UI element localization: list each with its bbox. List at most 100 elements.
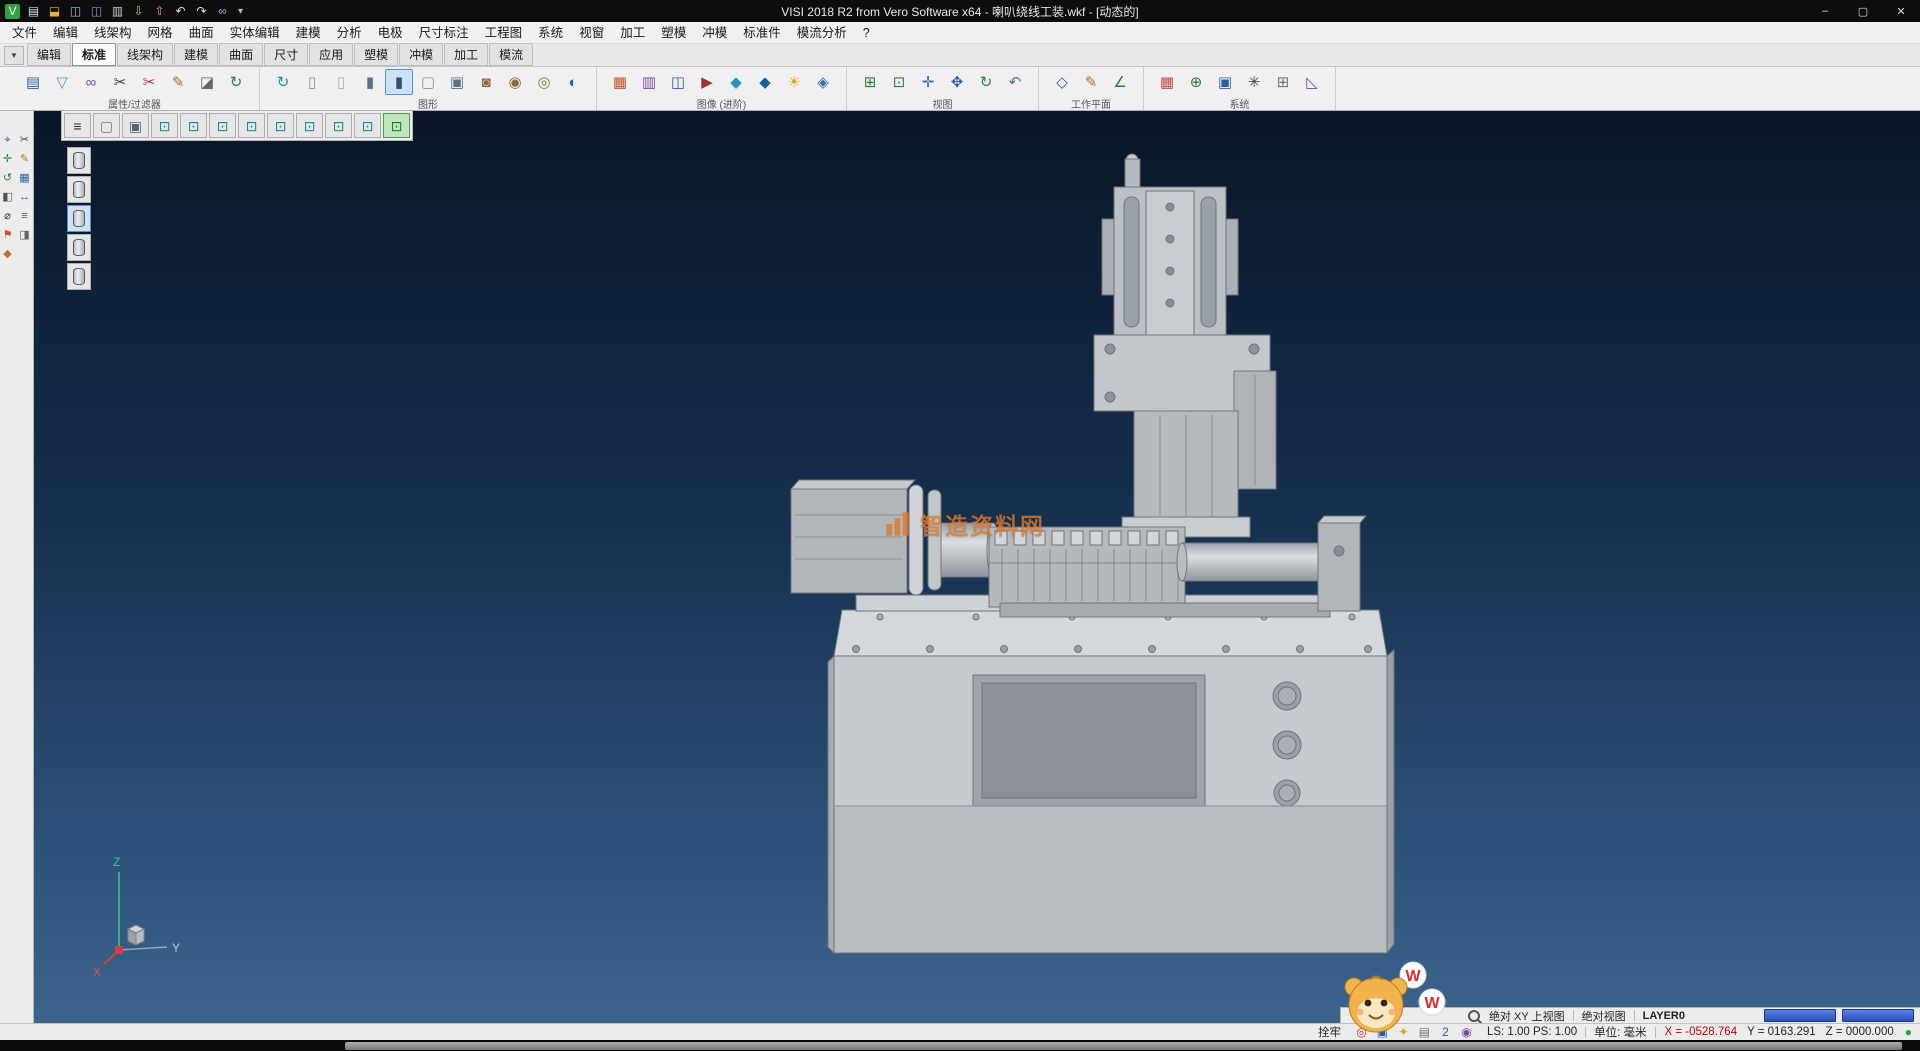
view-reference[interactable]: 绝对 XY 上视图	[1485, 1008, 1569, 1024]
ribbon-tab[interactable]: 编辑	[27, 43, 71, 66]
save-icon[interactable]: ◫	[66, 2, 85, 20]
view-menu-icon[interactable]: ≡	[64, 113, 91, 138]
save-all-icon[interactable]: ◫	[87, 2, 106, 20]
ruler-icon[interactable]: ◺	[1298, 69, 1326, 95]
capture-icon[interactable]: ◉	[1458, 1025, 1475, 1040]
menu-item[interactable]: 视窗	[571, 23, 612, 43]
monitor-icon[interactable]: ▣	[1211, 69, 1239, 95]
dynamic-view-icon[interactable]: ⊡	[383, 113, 410, 138]
visibility-filter-4[interactable]	[67, 234, 91, 261]
ribbon-tab[interactable]: 冲模	[399, 43, 443, 66]
gem-icon[interactable]: ◈	[809, 69, 837, 95]
menu-item[interactable]: 网格	[140, 23, 181, 43]
render-quality-icon[interactable]: ◙	[472, 69, 500, 95]
menu-item[interactable]: 标准件	[735, 23, 789, 43]
chain-link-icon[interactable]: ∞	[77, 69, 105, 95]
texture-icon[interactable]: ◎	[530, 69, 558, 95]
paint-icon[interactable]: ⚑	[0, 228, 15, 243]
menu-item[interactable]: 电极	[370, 23, 411, 43]
wireframe-cylinder-icon[interactable]: ▯	[298, 69, 326, 95]
menu-item[interactable]: 曲面	[181, 23, 222, 43]
previous-view-icon[interactable]: ↶	[1001, 69, 1029, 95]
select-icon[interactable]: ⌖	[0, 133, 15, 148]
active-layer[interactable]: LAYER0	[1639, 1010, 1689, 1022]
hidden-line-cylinder-icon[interactable]: ▯	[327, 69, 355, 95]
redo-icon[interactable]: ↷	[192, 2, 211, 20]
ribbon-tab[interactable]: 建模	[174, 43, 218, 66]
trim-icon[interactable]: ✂	[17, 133, 32, 148]
droplet-dark-icon[interactable]: ◆	[751, 69, 779, 95]
globe-icon[interactable]: ⊕	[1182, 69, 1210, 95]
offset-icon[interactable]: ↔	[17, 190, 32, 205]
connection-status-icon[interactable]: ●	[1905, 1025, 1912, 1039]
shaded-mode-icon[interactable]: ▣	[122, 113, 149, 138]
units-indicator[interactable]: 单位: 毫米	[1590, 1024, 1650, 1040]
eraser-icon[interactable]: ◪	[193, 69, 221, 95]
redraw-icon[interactable]: ↻	[269, 69, 297, 95]
taskbar-segment[interactable]	[345, 1042, 1902, 1050]
shaded-cylinder-icon[interactable]: ▮	[356, 69, 384, 95]
new-document-icon[interactable]: ▤	[24, 2, 43, 20]
menu-item[interactable]: 塑模	[653, 23, 694, 43]
menu-item[interactable]: 建模	[288, 23, 329, 43]
visibility-filter-1[interactable]	[67, 147, 91, 174]
link-icon[interactable]: ∞	[213, 2, 232, 20]
grid-config-icon[interactable]: ⊞	[1269, 69, 1297, 95]
ribbon-tab[interactable]: 模流	[489, 43, 533, 66]
ribbon-tab[interactable]: 加工	[444, 43, 488, 66]
3d-viewport[interactable]: Z Y X ≡▢▣⊡⊡⊡⊡⊡⊡⊡⊡⊡ 智造资料网	[34, 111, 1920, 1023]
wireframe-mode-icon[interactable]: ▢	[93, 113, 120, 138]
shaded-edges-cylinder-icon[interactable]: ▮	[385, 69, 413, 95]
dimension-icon[interactable]: ⌀	[0, 209, 15, 224]
visi-logo[interactable]: V	[3, 2, 22, 20]
properties-icon[interactable]: ▤	[19, 69, 47, 95]
menu-item[interactable]: 编辑	[45, 23, 86, 43]
sketch-icon[interactable]: ✎	[17, 152, 32, 167]
zoom-fit-icon[interactable]: ⊡	[885, 69, 913, 95]
workplane-edit-icon[interactable]: ✎	[1077, 69, 1105, 95]
scale-indicator[interactable]: LS: 1.00 PS: 1.00	[1483, 1026, 1581, 1038]
menu-item[interactable]: 线架构	[86, 23, 140, 43]
scissors-icon[interactable]: ✂	[106, 69, 134, 95]
zoom-window-icon[interactable]: ⊞	[856, 69, 884, 95]
workplane-icon[interactable]: ◇	[1048, 69, 1076, 95]
tab-dropdown-button[interactable]: ▼	[4, 46, 24, 65]
menu-item[interactable]: 冲模	[694, 23, 735, 43]
droplet-blue-icon[interactable]: ◆	[722, 69, 750, 95]
edit-attributes-icon[interactable]: ✎	[164, 69, 192, 95]
transform-icon[interactable]: ↺	[0, 171, 15, 186]
swatch-icon[interactable]: ◆	[0, 247, 15, 262]
menu-item[interactable]: 系统	[530, 23, 571, 43]
open-folder-icon[interactable]: ⬓	[45, 2, 64, 20]
undo-icon[interactable]: ↶	[171, 2, 190, 20]
menu-item[interactable]: 模流分析	[789, 23, 855, 43]
visibility-filter-5[interactable]	[67, 263, 91, 290]
maximize-button[interactable]: ▢	[1844, 0, 1882, 22]
minimize-button[interactable]: –	[1806, 0, 1844, 22]
menu-item[interactable]: 实体编辑	[222, 23, 288, 43]
ribbon-tab[interactable]: 应用	[309, 43, 353, 66]
ribbon-tab[interactable]: 尺寸	[264, 43, 308, 66]
ribbon-tab[interactable]: 标准	[72, 43, 116, 66]
pan-view-icon[interactable]: ✥	[943, 69, 971, 95]
right-view-icon[interactable]: ⊡	[296, 113, 323, 138]
ribbon-tab[interactable]: 曲面	[219, 43, 263, 66]
ribbon-tab[interactable]: 塑模	[354, 43, 398, 66]
close-button[interactable]: ✕	[1882, 0, 1920, 22]
lighting-icon[interactable]: ☀	[780, 69, 808, 95]
zoom-in-out-icon[interactable]: ✛	[914, 69, 942, 95]
view-mode[interactable]: 绝对视图	[1578, 1008, 1630, 1024]
axonometric-view-icon[interactable]: ⊡	[354, 113, 381, 138]
film-strip-icon[interactable]: ▥	[635, 69, 663, 95]
mirror-icon[interactable]: ◧	[0, 190, 15, 205]
filter-funnel-icon[interactable]: ▽	[48, 69, 76, 95]
import-icon[interactable]: ⇩	[129, 2, 148, 20]
erase-icon[interactable]: ◨	[17, 228, 32, 243]
color-table-icon[interactable]: ▦	[1153, 69, 1181, 95]
top-view-icon[interactable]: ⊡	[180, 113, 207, 138]
left-view-icon[interactable]: ⊡	[267, 113, 294, 138]
record-icon[interactable]: ▶	[693, 69, 721, 95]
back-view-icon[interactable]: ⊡	[238, 113, 265, 138]
menu-item[interactable]: 加工	[612, 23, 653, 43]
shaded-box-icon[interactable]: ▣	[443, 69, 471, 95]
